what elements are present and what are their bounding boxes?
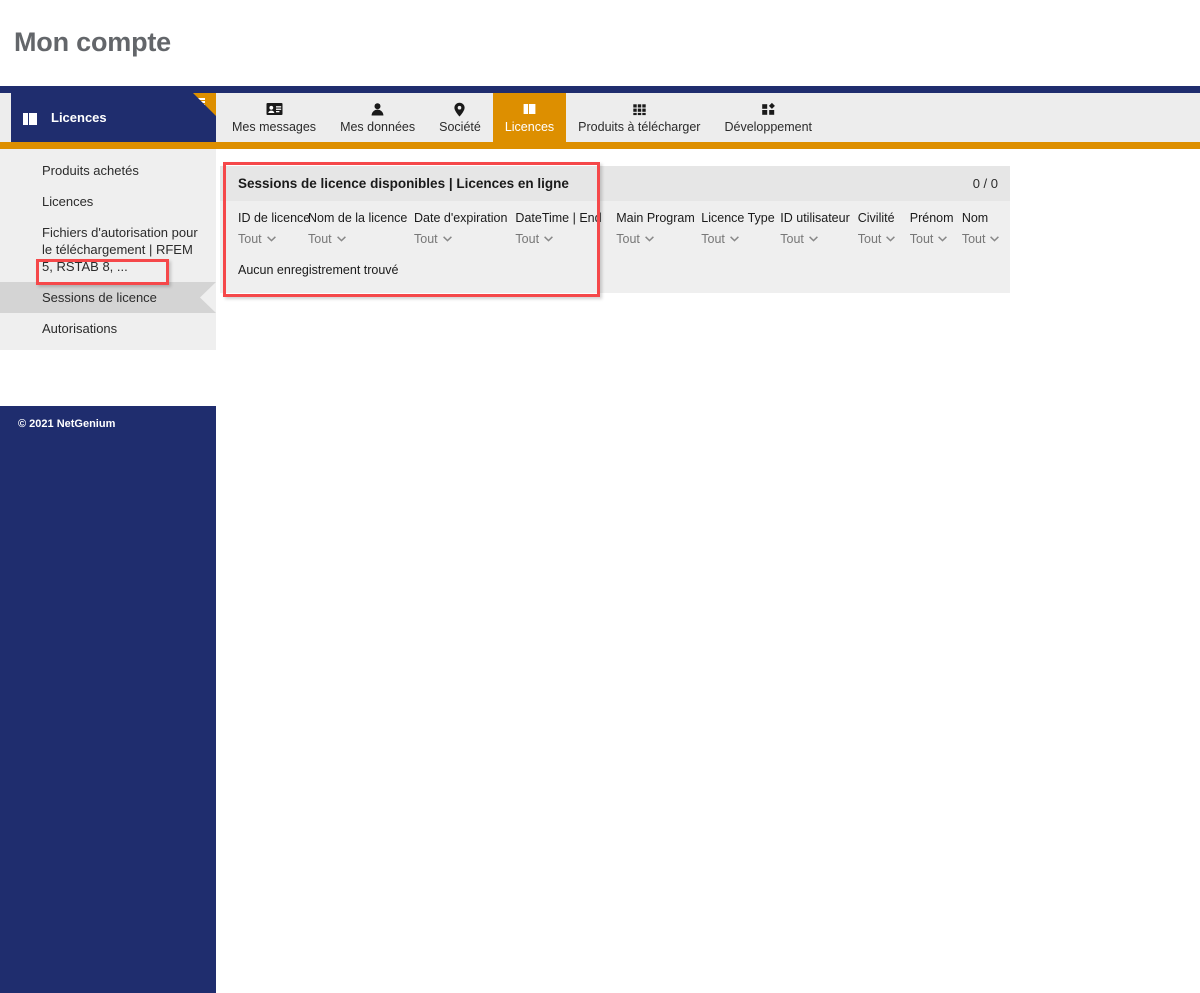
sidebar-header-licences[interactable]: Licences <box>11 93 216 142</box>
sidebar-footer: © 2021 NetGenium <box>0 406 216 993</box>
sidebar-item-label: Sessions de licence <box>42 290 157 305</box>
grid-column-filter-value: Tout <box>414 232 438 246</box>
chevron-down-icon <box>938 236 948 242</box>
grid-icon <box>631 101 648 118</box>
grid-column-filter-dropdown[interactable]: Tout <box>858 231 902 247</box>
grid-column-civilit: Civilité Tout <box>858 209 910 247</box>
sidebar-header-label: Licences <box>51 110 107 125</box>
grid-column-filter-dropdown[interactable]: Tout <box>515 231 608 247</box>
page-title: Mon compte <box>14 27 171 57</box>
grid-column-filter-dropdown[interactable]: Tout <box>414 231 507 247</box>
sidebar-item-label: Autorisations <box>42 321 118 336</box>
grid-column-header[interactable]: ID de licence <box>238 209 310 227</box>
sidebar-item-autorisations[interactable]: Autorisations <box>0 313 216 344</box>
top-nav-item-mes-messages[interactable]: Mes messages <box>220 93 328 142</box>
license-icon <box>521 101 538 118</box>
grid-column-date-d-expiration: Date d'expiration Tout <box>414 209 515 247</box>
grid-column-header[interactable]: Date d'expiration <box>414 209 507 227</box>
grid-column-filter-value: Tout <box>701 232 725 246</box>
top-nav-item-soci-t[interactable]: Société <box>427 93 493 142</box>
grid-column-header[interactable]: Main Program <box>616 209 695 227</box>
top-nav-item-mes-donn-es[interactable]: Mes données <box>328 93 427 142</box>
grid-column-header[interactable]: Nom <box>962 209 1002 227</box>
grid-column-filter-value: Tout <box>961 232 986 246</box>
sidebar-item-sessions-de-licence[interactable]: Sessions de licence <box>0 282 216 313</box>
grid-column-filter-value: Tout <box>857 232 882 246</box>
top-nav-item-label: Produits à télécharger <box>578 120 701 134</box>
grid-column-header[interactable]: Civilité <box>858 209 902 227</box>
license-icon <box>23 112 37 125</box>
sidebar: Licences Produits achetés Licences Fichier… <box>0 93 216 993</box>
grid-column-filter-dropdown[interactable]: Tout <box>780 231 849 247</box>
chevron-down-icon <box>886 236 896 242</box>
grid-column-filter-value: Tout <box>780 232 804 246</box>
top-nav-items: Mes messages Mes données Société Licences Pr… <box>220 93 824 142</box>
sidebar-item-label: Licences <box>42 194 94 209</box>
chevron-down-icon <box>442 236 452 242</box>
grid-column-header[interactable]: Licence Type <box>701 209 774 227</box>
grid-column-header[interactable]: Nom de la licence <box>308 209 407 227</box>
grid-column-filter-value: Tout <box>308 232 332 246</box>
grid-column-id-de-licence: ID de licence Tout <box>238 209 310 247</box>
top-nav-item-label: Développement <box>724 120 813 134</box>
grid-column-filter-value: Tout <box>616 232 640 246</box>
chevron-down-icon <box>644 236 654 242</box>
chevron-down-icon <box>990 236 1000 242</box>
grid-column-pr-nom: Prénom Tout <box>910 209 962 247</box>
grid-column-filter-value: Tout <box>238 232 262 246</box>
sidebar-item-label: Fichiers d'autorisation pour le téléchar… <box>42 225 198 274</box>
grid-empty-message: Aucun enregistrement trouvé <box>238 263 399 277</box>
grid-column-filter-dropdown[interactable]: Tout <box>910 231 954 247</box>
active-item-pointer-icon <box>200 282 216 313</box>
grid-column-datetime-end: DateTime | End Tout <box>515 209 616 247</box>
sidebar-item-licences[interactable]: Licences <box>0 186 216 217</box>
top-nav-item-label: Licences <box>504 120 555 134</box>
grid-column-id-utilisateur: ID utilisateur Tout <box>780 209 857 247</box>
grid-column-filter-value: Tout <box>909 232 934 246</box>
grid-column-header[interactable]: ID utilisateur <box>780 209 849 227</box>
grid-column-filter-dropdown[interactable]: Tout <box>701 231 772 247</box>
header-rule <box>0 86 1200 93</box>
sidebar-item-fichiers-d-autorisation-pour-l[interactable]: Fichiers d'autorisation pour le téléchar… <box>0 217 216 282</box>
grid-header-row: ID de licence Tout Nom de la licence Tout Da… <box>220 201 1010 247</box>
grid-column-filter-value: Tout <box>515 232 540 246</box>
location-pin-icon <box>451 101 468 118</box>
sidebar-header-underline <box>11 142 216 149</box>
chevron-down-icon <box>544 236 553 242</box>
grid-column-licence-type: Licence Type Tout <box>701 209 780 247</box>
menu-grid-icon <box>195 96 205 114</box>
top-nav-item-licences[interactable]: Licences <box>492 93 567 142</box>
sidebar-item-produits-achet-s[interactable]: Produits achetés <box>0 155 216 186</box>
grid-column-filter-dropdown[interactable]: Tout <box>616 231 693 247</box>
sidebar-menu: Produits achetés Licences Fichiers d'autor… <box>0 149 216 350</box>
record-counter: 0 / 0 <box>972 176 998 191</box>
license-sessions-panel: Sessions de licence disponibles | Licenc… <box>220 166 1010 293</box>
chevron-down-icon <box>808 236 818 242</box>
top-nav-item-label: Mes messages <box>232 120 317 134</box>
top-nav-item-d-veloppement[interactable]: Développement <box>712 93 824 142</box>
copyright-text: © 2021 NetGenium <box>18 418 116 430</box>
grid-column-filter-dropdown[interactable]: Tout <box>962 231 1002 247</box>
grid-column-header[interactable]: Prénom <box>910 209 954 227</box>
contact-card-icon <box>266 101 283 118</box>
blocks-icon <box>760 101 777 118</box>
grid-column-header[interactable]: DateTime | End <box>515 209 608 227</box>
corner-fold[interactable] <box>193 93 216 116</box>
chevron-down-icon <box>336 236 346 242</box>
grid-column-main-program: Main Program Tout <box>616 209 701 247</box>
grid-column-nom: Nom Tout <box>962 209 1010 247</box>
chevron-down-icon <box>729 236 739 242</box>
grid-column-nom-de-la-licence: Nom de la licence Tout <box>308 209 414 247</box>
top-nav-item-label: Mes données <box>340 120 416 134</box>
grid-column-filter-dropdown[interactable]: Tout <box>308 231 406 247</box>
grid-column-filter-dropdown[interactable]: Tout <box>238 231 300 247</box>
panel-title: Sessions de licence disponibles | Licenc… <box>238 176 569 191</box>
top-nav-item-produits-t-l-charger[interactable]: Produits à télécharger <box>566 93 712 142</box>
top-nav-item-label: Société <box>439 120 481 134</box>
person-icon <box>369 101 386 118</box>
sidebar-item-label: Produits achetés <box>42 163 139 178</box>
panel-title-row: Sessions de licence disponibles | Licenc… <box>220 166 1010 201</box>
chevron-down-icon <box>266 236 276 242</box>
